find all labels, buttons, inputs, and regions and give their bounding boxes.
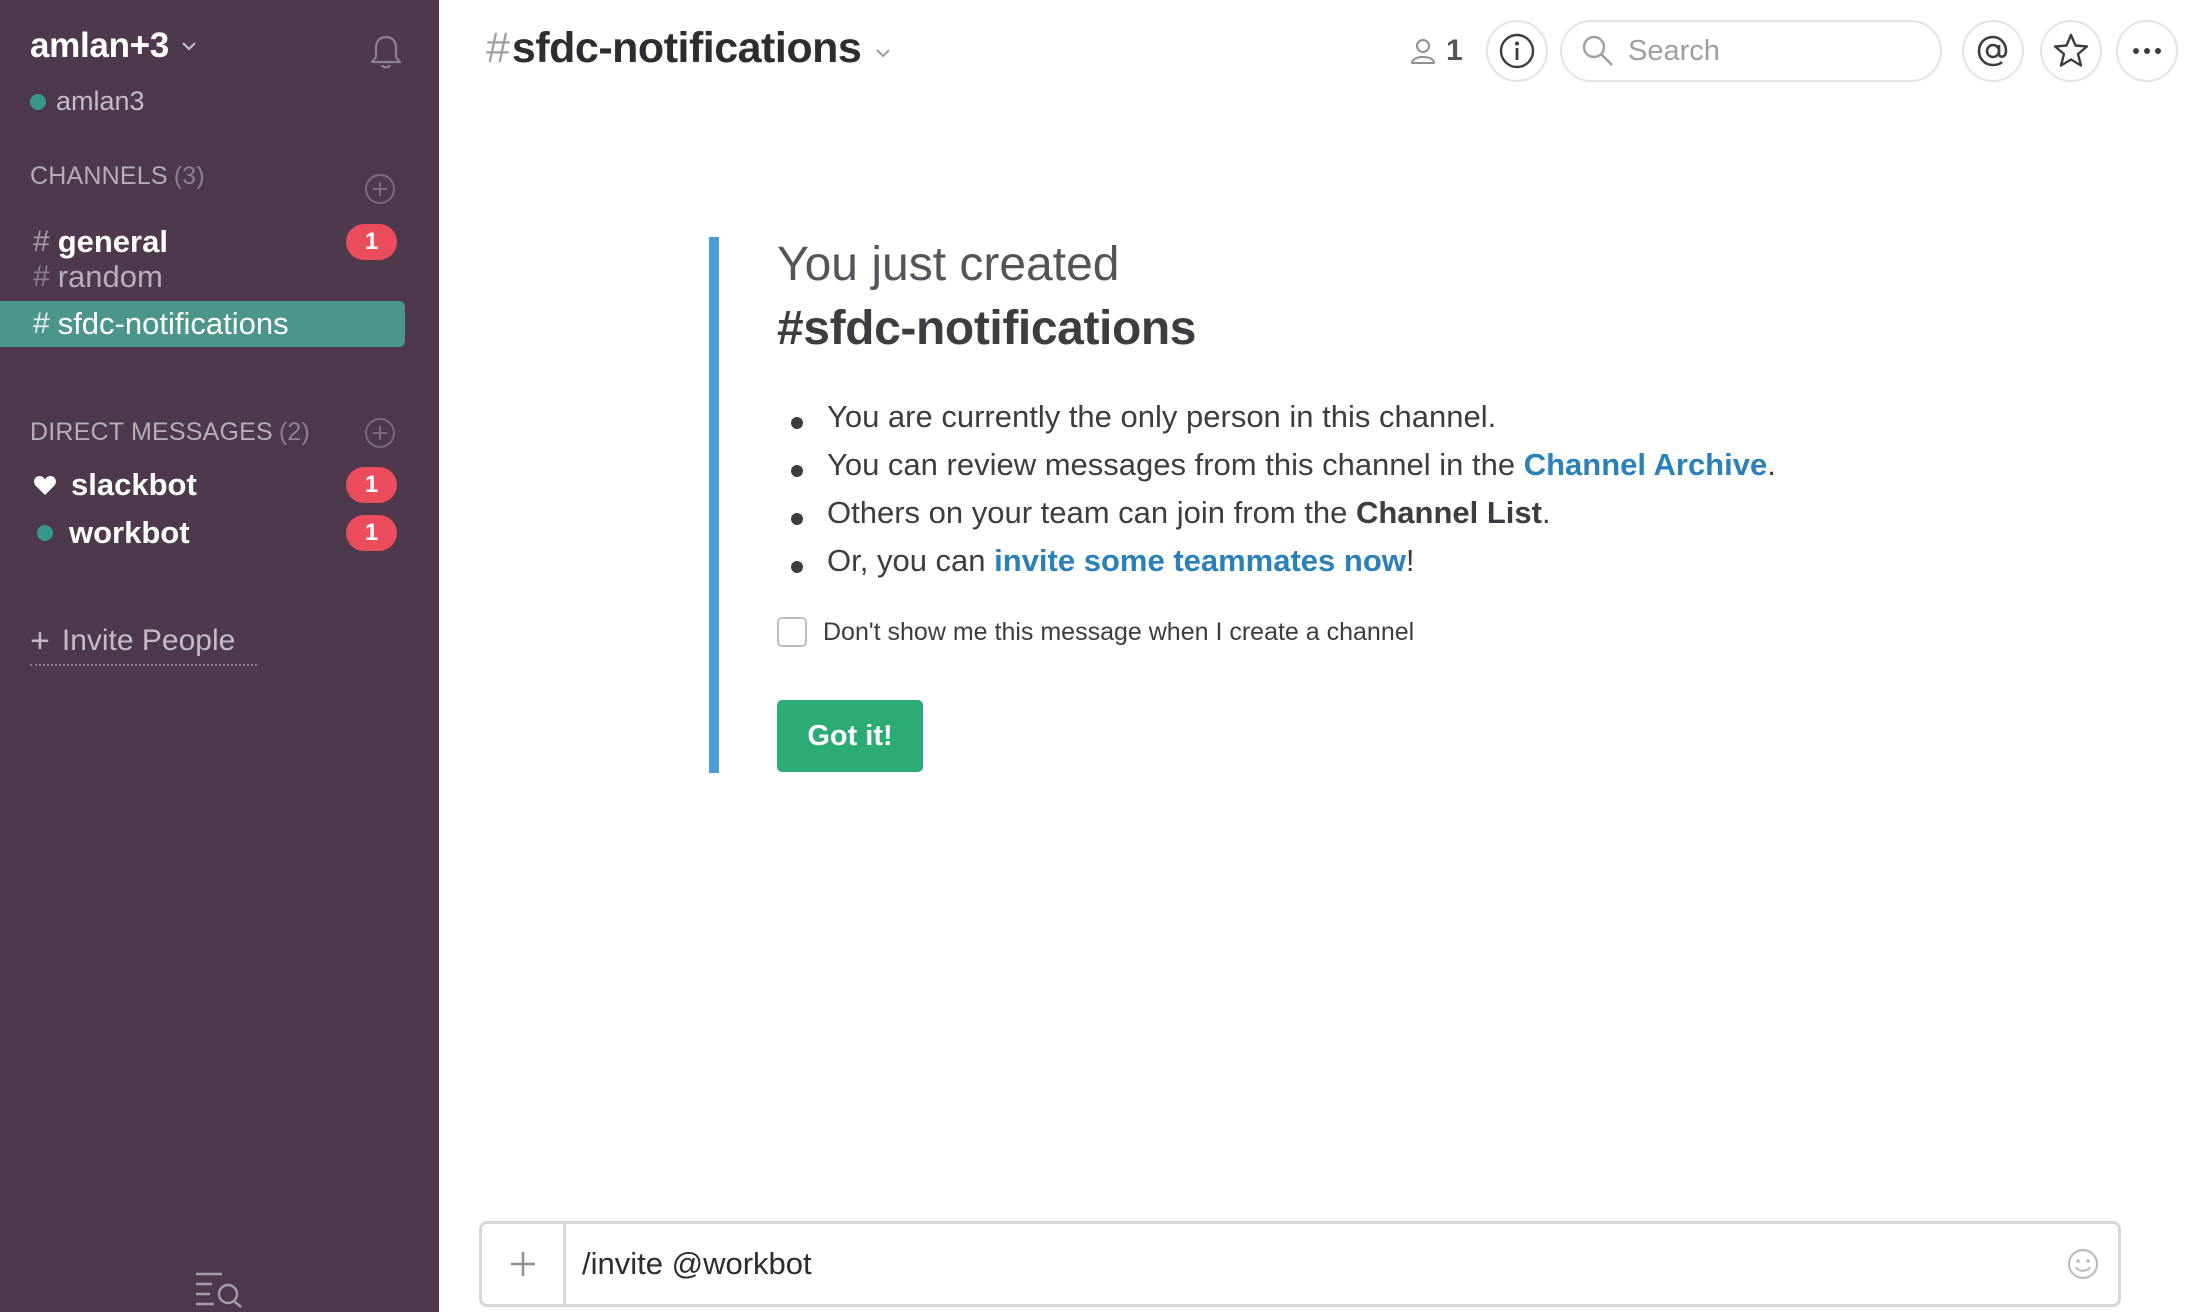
channels-count: (3)	[173, 162, 205, 190]
emoji-button[interactable]	[2048, 1224, 2118, 1304]
mentions-button[interactable]	[1962, 20, 2024, 82]
bullet-punct: .	[1767, 447, 1776, 482]
sidebar-item-random[interactable]: # random	[0, 254, 439, 300]
search-icon	[1582, 35, 1613, 66]
more-actions-button[interactable]	[2116, 20, 2178, 82]
user-status: amlan3	[30, 86, 145, 117]
bullet-punct: !	[1405, 543, 1415, 578]
starred-items-button[interactable]	[2040, 20, 2102, 82]
bullet-text: You can review messages from this channe…	[827, 447, 1524, 482]
bullet-text: Others on your team can join from the	[827, 495, 1356, 530]
dm-name: workbot	[69, 515, 190, 550]
channel-name: random	[57, 259, 163, 294]
unread-badge: 1	[346, 515, 397, 551]
optout-checkbox[interactable]	[777, 617, 807, 647]
dm-header-label: DIRECT MESSAGES	[30, 418, 273, 446]
member-count-button[interactable]: 1	[1408, 34, 1463, 68]
heart-icon	[34, 476, 56, 495]
dm-name: slackbot	[71, 467, 197, 502]
invite-teammates-link[interactable]: invite some teammates now	[994, 543, 1406, 578]
list-item: You are currently the only person in thi…	[777, 399, 1776, 447]
channel-intro-card: You just created #sfdc-notifications You…	[709, 237, 1809, 773]
add-dm-icon[interactable]	[364, 417, 396, 449]
got-it-button[interactable]: Got it!	[777, 700, 923, 772]
sidebar: amlan+3 amlan3 CHANNELS (3) # general 1 …	[0, 0, 439, 1312]
channel-archive-link[interactable]: Channel Archive	[1524, 447, 1767, 482]
invite-people-link[interactable]: + Invite People	[30, 624, 257, 666]
message-input[interactable]: /invite @workbot	[566, 1224, 2048, 1304]
search-box[interactable]	[1560, 20, 1942, 82]
bell-icon[interactable]	[366, 32, 406, 72]
at-sign-icon	[1977, 35, 2008, 67]
invite-label: Invite People	[61, 624, 236, 657]
sidebar-item-workbot[interactable]: workbot 1	[0, 510, 439, 556]
plus-icon	[510, 1252, 535, 1276]
chevron-down-icon	[182, 42, 196, 51]
channel-info-button[interactable]	[1486, 20, 1548, 82]
file-upload-button[interactable]	[482, 1224, 566, 1304]
bullet-text: Or, you can	[827, 543, 995, 578]
star-icon	[2053, 33, 2089, 67]
team-menu[interactable]: amlan+3	[30, 26, 197, 66]
optout-row[interactable]: Don't show me this message when I create…	[777, 617, 1414, 647]
add-channel-icon[interactable]	[364, 173, 396, 205]
more-icon	[2133, 48, 2161, 54]
channel-name: sfdc-notifications	[57, 306, 289, 341]
person-icon	[1411, 39, 1435, 64]
intro-channel-name: #sfdc-notifications	[777, 302, 1197, 355]
channel-hash: #	[486, 24, 510, 72]
member-count: 1	[1446, 34, 1463, 67]
sidebar-item-slackbot[interactable]: slackbot 1	[0, 462, 439, 508]
dm-count: (2)	[278, 418, 311, 446]
plus-icon: +	[30, 622, 50, 660]
list-item: Or, you can invite some teammates now!	[777, 543, 1776, 591]
info-icon	[1499, 33, 1535, 69]
channel-list-label: Channel List	[1355, 495, 1542, 530]
presence-active-icon	[37, 525, 53, 541]
hash-icon: #	[33, 307, 50, 340]
channels-header-label: CHANNELS	[30, 162, 168, 190]
team-name: amlan+3	[30, 26, 169, 65]
bullet-text: You are currently the only person in thi…	[827, 399, 1497, 434]
presence-active-icon	[30, 93, 46, 110]
intro-bullets: You are currently the only person in thi…	[777, 399, 1776, 591]
emoji-icon	[2067, 1248, 2099, 1280]
optout-label: Don't show me this message when I create…	[823, 617, 1415, 646]
user-name: amlan3	[56, 86, 145, 116]
channel-title[interactable]: # sfdc-notifications	[486, 24, 891, 73]
message-composer: /invite @workbot	[479, 1221, 2121, 1307]
list-item: Others on your team can join from the Ch…	[777, 495, 1776, 543]
intro-heading: You just created	[777, 238, 1120, 291]
channel-title-name: sfdc-notifications	[511, 24, 862, 72]
sidebar-item-sfdc-notifications[interactable]: # sfdc-notifications	[0, 301, 405, 347]
list-item: You can review messages from this channe…	[777, 447, 1776, 495]
hash-icon: #	[33, 260, 50, 293]
bullet-punct: .	[1541, 495, 1551, 530]
channels-header[interactable]: CHANNELS (3)	[30, 162, 205, 191]
chevron-down-icon	[876, 48, 891, 58]
quick-switcher-icon[interactable]	[192, 1268, 244, 1308]
search-input[interactable]	[1628, 34, 1928, 68]
dm-header[interactable]: DIRECT MESSAGES (2)	[30, 418, 310, 447]
unread-badge: 1	[346, 467, 397, 503]
